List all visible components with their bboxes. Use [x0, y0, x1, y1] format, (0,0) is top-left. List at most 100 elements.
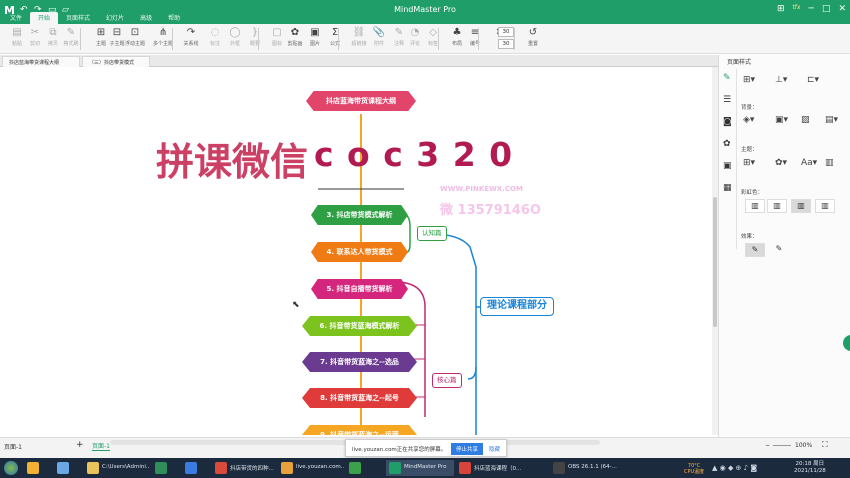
- side-assistant-button[interactable]: [843, 335, 850, 351]
- mouse-cursor-icon: ⬉: [292, 300, 300, 310]
- branch-topic-7[interactable]: 7. 抖音带货蓝海之--选品: [302, 352, 417, 372]
- page-tab[interactable]: 页面-1: [92, 441, 110, 451]
- document-tabs: 抖店蓝海带货课程大纲 （三）抖店带货模式: [0, 55, 718, 67]
- task-icon[interactable]: ▣: [723, 161, 732, 171]
- rainbow-option-2[interactable]: ▥: [767, 199, 787, 213]
- taskbar-app-3[interactable]: C:\Users\Admini...: [84, 460, 150, 476]
- branch-topic-6[interactable]: 6. 抖音带货蓝海模式解析: [302, 316, 417, 336]
- clipart-panel-icon[interactable]: ✿: [723, 139, 731, 149]
- rainbow-option-3[interactable]: ▥: [791, 199, 811, 213]
- user-avatar[interactable]: tfx: [793, 4, 801, 14]
- floating-topic-button[interactable]: ⊡ 浮动主题: [122, 26, 148, 47]
- maximize-icon[interactable]: □: [822, 4, 831, 14]
- camera-icon[interactable]: ◙: [723, 117, 732, 127]
- page-style-icon[interactable]: ✎: [723, 73, 731, 83]
- group-tag-cognition[interactable]: 认知篇: [417, 226, 447, 241]
- branch-style-icon[interactable]: ⊥▾: [775, 75, 787, 85]
- taskbar-app-4[interactable]: [152, 460, 180, 476]
- fill-color-icon[interactable]: ◈▾: [743, 115, 754, 125]
- taskbar-app-6[interactable]: 抖店带货的四种...: [212, 460, 276, 476]
- theme-more-icon[interactable]: ▥: [825, 158, 834, 168]
- menu-page-style[interactable]: 页面样式: [58, 12, 98, 24]
- connector-style-icon[interactable]: ⊏▾: [807, 75, 819, 85]
- tab-label: 抖店蓝海带货课程大纲: [9, 60, 60, 66]
- branch-topic-8[interactable]: 8. 抖音带货蓝海之--起号: [302, 388, 417, 408]
- minimize-icon[interactable]: ─: [809, 4, 814, 14]
- taskbar-app-8[interactable]: [346, 460, 384, 476]
- branch-topic-4[interactable]: 4. 联系达人带货模式: [311, 242, 408, 262]
- reset-button[interactable]: ↺ 重置: [520, 26, 546, 47]
- branch-topic-5[interactable]: 5. 抖音自播带货解析: [311, 279, 408, 299]
- relationship-button[interactable]: ↷ 关系线: [178, 26, 204, 47]
- menu-help[interactable]: 帮助: [160, 12, 188, 24]
- tab-mode[interactable]: （三）抖店带货模式: [82, 56, 150, 67]
- taskbar-app-10[interactable]: 抖店蓝海课程（0...: [456, 460, 522, 476]
- group-tag-core[interactable]: 核心篇: [432, 373, 462, 388]
- numbering-button[interactable]: ≡ 编号: [462, 26, 488, 47]
- bg-texture-icon[interactable]: ▨: [801, 115, 810, 125]
- add-page-button[interactable]: +: [76, 440, 84, 450]
- formula-button[interactable]: Σ 公式: [322, 26, 348, 47]
- zoom-minus-icon[interactable]: −: [765, 442, 770, 449]
- fit-page-icon[interactable]: ⛶: [822, 440, 828, 450]
- taskbar-app-label: OBS 26.1.1 (64-...: [568, 464, 617, 470]
- outline-icon[interactable]: ▦: [723, 183, 732, 193]
- tray-icons[interactable]: ▲ ◉ ◆ ⊕ ♪ ◙: [712, 464, 757, 472]
- effect-hand-drawn[interactable]: ✎: [745, 243, 765, 257]
- spacing-field[interactable]: 30: [498, 39, 514, 49]
- bg-image-icon[interactable]: ▣▾: [775, 115, 788, 125]
- stop-share-button[interactable]: 停止共享: [451, 443, 484, 455]
- watermark-icon[interactable]: ▤▾: [825, 115, 838, 125]
- rainbow-option-1[interactable]: ▥: [745, 199, 765, 213]
- layout-style-icon[interactable]: ⊞▾: [743, 75, 755, 85]
- time-value: 20:18 周日: [795, 461, 825, 467]
- tag-button[interactable]: ◇ 标签: [420, 26, 446, 47]
- app-icon: [389, 462, 401, 474]
- format-icon[interactable]: ☰: [723, 95, 731, 105]
- share-notice-text: live.youzan.com正在共享您的屏幕。: [352, 447, 447, 453]
- start-button[interactable]: [4, 461, 18, 475]
- effect-normal[interactable]: ✎: [769, 243, 789, 257]
- branch-topic-9[interactable]: 9. 抖音带货蓝海之--运营: [302, 425, 417, 435]
- taskbar-app-label: 抖店蓝海课程（0...: [474, 466, 522, 472]
- close-icon[interactable]: ✕: [838, 4, 846, 14]
- taskbar-app-9[interactable]: MindMaster Pro: [386, 460, 454, 476]
- scrollbar-thumb[interactable]: [713, 197, 717, 327]
- theme-label: 主题：: [741, 147, 758, 153]
- menu-home[interactable]: 开始: [30, 12, 59, 24]
- branch-topic-3[interactable]: 3. 抖店带货模式解析: [311, 205, 408, 225]
- watermark-text: 拼课微信: [156, 140, 309, 184]
- zoom-slider[interactable]: [773, 445, 791, 446]
- page-selector[interactable]: 页面-1: [4, 442, 22, 451]
- effect-label: 效果：: [741, 234, 758, 240]
- taskbar-app-11[interactable]: OBS 26.1.1 (64-...: [550, 460, 618, 476]
- mindmap-canvas[interactable]: 抖店蓝海带货课程大纲 拼课微信 c o c 3 2 0 WWW.PINKEWX.…: [0, 67, 712, 435]
- formula-icon: Σ: [331, 27, 339, 38]
- hide-button[interactable]: 隐藏: [489, 445, 500, 453]
- ribbon-divider: [514, 28, 515, 50]
- menu-file[interactable]: 文件: [2, 12, 30, 24]
- theme-color-icon[interactable]: ✿▾: [775, 158, 787, 168]
- root-topic[interactable]: 抖店蓝海带货课程大纲: [306, 91, 416, 111]
- taskbar-app-1[interactable]: [24, 460, 52, 476]
- theme-font-icon[interactable]: Aa▾: [801, 158, 817, 168]
- clock[interactable]: 20:18 周日 2021/11/28: [794, 461, 826, 475]
- ribbon-label: 编号: [469, 41, 480, 47]
- menu-advanced[interactable]: 高级: [132, 12, 160, 24]
- faint-watermark-phone: 微 13579146O: [440, 203, 541, 218]
- section-topic[interactable]: 理论课程部分: [480, 297, 554, 316]
- taskbar-app-5[interactable]: [182, 460, 210, 476]
- panel-sidebar: ✎ ☰ ◙ ✿ ▣ ▦: [719, 69, 737, 249]
- share-icon[interactable]: ⊞: [777, 4, 785, 14]
- tab-outline[interactable]: 抖店蓝海带货课程大纲: [2, 56, 80, 67]
- theme-layout-icon[interactable]: ⊞▾: [743, 158, 755, 168]
- rainbow-option-4[interactable]: ▥: [815, 199, 835, 213]
- taskbar-app-2[interactable]: [54, 460, 82, 476]
- watermark-id: c o c 3 2 0: [314, 135, 514, 174]
- spacing-field[interactable]: 30: [498, 27, 514, 37]
- menu-slides[interactable]: 幻灯片: [98, 12, 132, 24]
- taskbar-app-label: MindMaster Pro: [404, 464, 447, 470]
- zoom-level[interactable]: 100%: [795, 442, 812, 449]
- taskbar-app-7[interactable]: live.youzan.com...: [278, 460, 344, 476]
- app-icon: [87, 462, 99, 474]
